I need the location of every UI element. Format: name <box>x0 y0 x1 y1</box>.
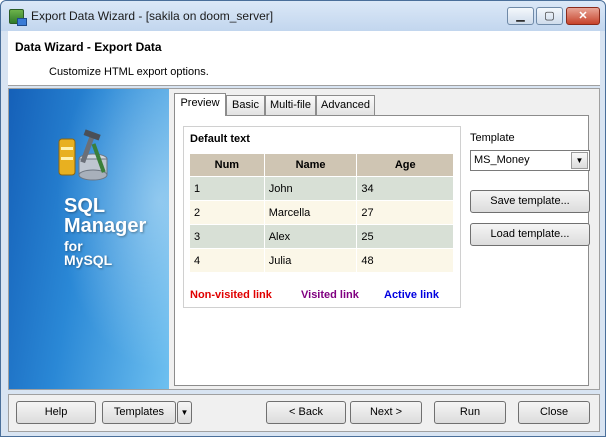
banner-line-manager: Manager <box>64 215 147 237</box>
table-row: 3 Alex 25 <box>189 224 454 249</box>
table-cell: 4 <box>189 248 265 273</box>
run-button[interactable]: Run <box>434 401 506 424</box>
active-link-sample: Active link <box>384 289 440 301</box>
save-template-button[interactable]: Save template... <box>470 190 590 213</box>
non-visited-link-sample: Non-visited link <box>190 289 272 301</box>
wizard-content: SQL Manager for MySQL Preview Basic Mult… <box>8 88 600 390</box>
template-select[interactable]: MS_Money ▼ <box>470 150 590 171</box>
wizard-footer: Help Templates ▼ < Back Next > Run Close <box>8 394 600 432</box>
title-bar[interactable]: Export Data Wizard - [sakila on doom_ser… <box>1 1 605 31</box>
table-cell: 1 <box>189 176 265 201</box>
table-cell: John <box>263 176 358 201</box>
table-cell: Julia <box>263 248 358 273</box>
table-cell: Marcella <box>263 200 358 225</box>
banner-line-mysql: MySQL <box>64 252 113 268</box>
export-data-wizard-window: Export Data Wizard - [sakila on doom_ser… <box>0 0 606 437</box>
page-subtitle: Customize HTML export options. <box>49 66 209 78</box>
database-tools-icon <box>58 129 108 181</box>
chevron-down-icon[interactable]: ▼ <box>571 152 588 169</box>
column-header: Name <box>263 153 358 177</box>
preview-title: Default text <box>190 133 250 145</box>
page-title: Data Wizard - Export Data <box>15 40 162 54</box>
templates-dropdown-icon[interactable]: ▼ <box>177 401 192 424</box>
column-header: Age <box>356 153 454 177</box>
wizard-header: Data Wizard - Export Data Customize HTML… <box>8 31 600 86</box>
close-button[interactable]: Close <box>518 401 590 424</box>
table-cell: Alex <box>263 224 358 249</box>
template-select-value: MS_Money <box>474 154 530 166</box>
tab-multi-file[interactable]: Multi-file <box>265 95 316 115</box>
window-title: Export Data Wizard - [sakila on doom_ser… <box>31 9 274 23</box>
table-row: 4 Julia 48 <box>189 248 454 273</box>
load-template-label: Load template... <box>490 228 570 240</box>
column-header: Num <box>189 153 265 177</box>
preview-table: Num Name Age 1 John 34 2 Marcella 27 3 A… <box>189 153 454 273</box>
load-template-button[interactable]: Load template... <box>470 223 590 246</box>
app-icon <box>9 9 27 26</box>
preview-tab-panel: Default text Num Name Age 1 John 34 2 Ma… <box>174 115 590 386</box>
back-button[interactable]: < Back <box>266 401 346 424</box>
visited-link-sample: Visited link <box>301 289 359 301</box>
save-template-label: Save template... <box>490 195 570 207</box>
help-button[interactable]: Help <box>16 401 96 424</box>
templates-button[interactable]: Templates <box>102 401 176 424</box>
maximize-button[interactable]: ▢ <box>536 7 563 25</box>
table-row: 2 Marcella 27 <box>189 200 454 225</box>
table-cell: 27 <box>356 200 454 225</box>
table-cell: 25 <box>356 224 454 249</box>
template-label: Template <box>470 132 515 144</box>
table-row: 1 John 34 <box>189 176 454 201</box>
table-cell: 3 <box>189 224 265 249</box>
table-header-row: Num Name Age <box>189 153 454 177</box>
minimize-button[interactable]: ▁ <box>507 7 534 25</box>
tab-basic[interactable]: Basic <box>226 95 265 115</box>
tab-advanced[interactable]: Advanced <box>316 95 375 115</box>
product-banner: SQL Manager for MySQL <box>9 89 169 389</box>
close-window-button[interactable]: ✕ <box>566 7 600 25</box>
html-preview: Default text Num Name Age 1 John 34 2 Ma… <box>183 126 461 308</box>
table-cell: 48 <box>356 248 454 273</box>
next-button[interactable]: Next > <box>350 401 422 424</box>
tab-preview[interactable]: Preview <box>174 93 226 116</box>
table-cell: 34 <box>356 176 454 201</box>
table-cell: 2 <box>189 200 265 225</box>
